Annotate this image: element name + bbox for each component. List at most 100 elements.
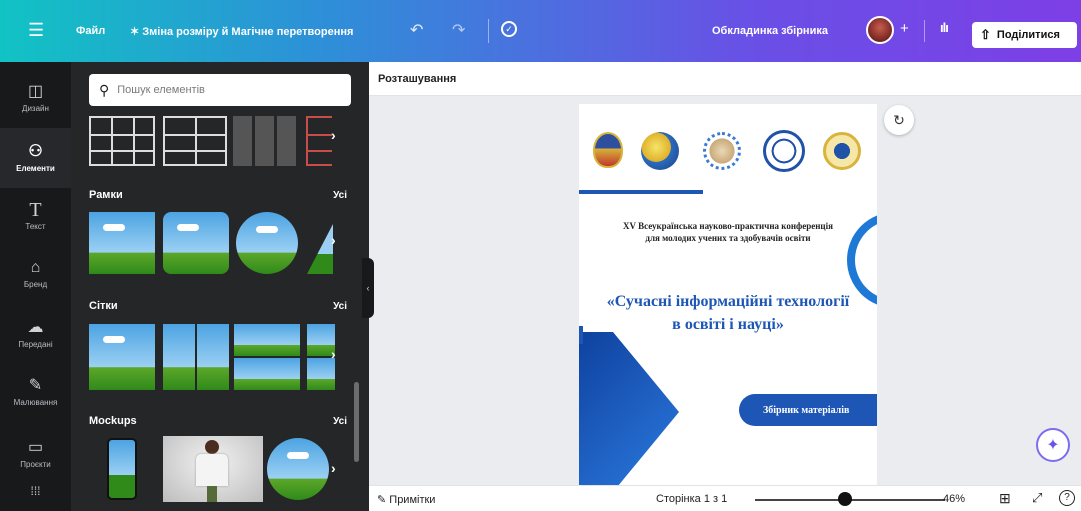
sparkle-icon: ✶ xyxy=(130,26,143,38)
conference-text[interactable]: XV Всеукраїнська науково-практична конфе… xyxy=(621,220,835,244)
chevron-left-icon: ‹ xyxy=(366,283,370,293)
file-menu[interactable]: Файл xyxy=(76,25,105,37)
analytics-icon[interactable]: ılı xyxy=(940,20,949,35)
section-title-frames: Рамки xyxy=(89,189,123,201)
resize-button[interactable]: ✶ Зміна розміру й Магічне перетворення xyxy=(130,25,353,38)
canvas-area: Розташування XV Всеукраїнська науково-пр… xyxy=(369,62,1081,485)
main-title[interactable]: «Сучасні інформаційні технології в освіт… xyxy=(601,290,855,336)
grid-thumbnail[interactable] xyxy=(234,324,300,390)
rail-item-elements[interactable]: ⚇ Елементи xyxy=(0,128,71,188)
regenerate-button[interactable]: ↻ xyxy=(884,105,914,135)
decorative-chevron xyxy=(579,332,679,485)
section-title-grids: Сітки xyxy=(89,300,118,312)
upload-share-icon: ⇧ xyxy=(980,27,991,42)
draw-icon: ✎ xyxy=(28,377,43,394)
context-toolbar: Розташування xyxy=(369,62,1081,96)
rail-item-text[interactable]: T Текст xyxy=(0,186,71,246)
menu-icon[interactable]: ☰ xyxy=(28,20,44,41)
redo-icon[interactable]: ↷ xyxy=(452,20,465,40)
share-label: Поділитися xyxy=(996,29,1060,41)
panel-scrollbar[interactable] xyxy=(354,382,359,462)
resize-label: Зміна розміру й Магічне перетворення xyxy=(142,26,354,38)
see-all-mockups[interactable]: Усі xyxy=(333,416,347,427)
fullscreen-icon[interactable]: ⤢ xyxy=(1032,490,1042,506)
rail-item-label: Малювання xyxy=(13,398,58,407)
layout-icon: ◫ xyxy=(27,83,44,100)
collection-badge[interactable]: Збірник матеріалів xyxy=(739,394,877,426)
rail-item-draw[interactable]: ✎ Малювання xyxy=(0,362,71,422)
position-button[interactable]: Розташування xyxy=(378,73,456,85)
phone-mockup-thumbnail[interactable] xyxy=(107,438,137,500)
search-input[interactable] xyxy=(117,84,318,96)
elements-panel: ⚲ › Рамки Усі › Сітки Усі xyxy=(71,62,369,511)
notes-button[interactable]: ✎ Примітки xyxy=(377,493,435,506)
design-page[interactable]: XV Всеукраїнська науково-практична конфе… xyxy=(579,104,877,485)
rail-item-uploads[interactable]: ☁ Передані xyxy=(0,304,71,364)
see-all-grids[interactable]: Усі xyxy=(333,301,347,312)
zoom-slider-thumb[interactable] xyxy=(838,492,853,506)
folder-icon: ▭ xyxy=(27,439,44,456)
frame-thumbnail[interactable] xyxy=(307,224,333,274)
toolbar-divider xyxy=(924,20,925,42)
toolbar-divider xyxy=(488,19,489,43)
badge-label: Збірник матеріалів xyxy=(763,404,850,416)
tshirt-mockup-thumbnail[interactable] xyxy=(163,436,263,502)
frame-thumbnail[interactable] xyxy=(236,212,298,274)
university-logo-4 xyxy=(763,130,805,172)
rail-item-label: Передані xyxy=(18,340,53,349)
grid-thumbnail[interactable] xyxy=(89,324,155,390)
top-bar: ☰ Файл ✶ Зміна розміру й Магічне перетво… xyxy=(0,0,1081,62)
rail-item-design[interactable]: ◫ Дизайн xyxy=(0,68,71,128)
page-indicator[interactable]: Сторінка 1 з 1 xyxy=(656,493,727,505)
avatar[interactable] xyxy=(866,16,894,44)
see-all-frames[interactable]: Усі xyxy=(333,190,347,201)
canva-editor: ☰ Файл ✶ Зміна розміру й Магічне перетво… xyxy=(0,0,1081,511)
sparkle-icon: ✦ xyxy=(1046,437,1060,454)
frame-thumbnail[interactable] xyxy=(163,212,229,274)
bottom-bar: ✎ Примітки Сторінка 1 з 1 46% ⊞ ⤢ ? xyxy=(369,485,1081,511)
grid-thumbnail[interactable] xyxy=(163,324,229,390)
rail-item-brand[interactable]: ⌂ Бренд xyxy=(0,244,71,304)
notes-label: Примітки xyxy=(389,494,436,506)
help-icon[interactable]: ? xyxy=(1059,490,1075,506)
university-logo-1 xyxy=(593,132,623,168)
chevron-right-icon[interactable]: › xyxy=(331,346,336,362)
search-icon: ⚲ xyxy=(99,81,110,98)
text-icon: T xyxy=(29,199,42,221)
frame-thumbnail[interactable] xyxy=(89,212,155,274)
notes-icon: ✎ xyxy=(377,494,390,506)
decorative-tab xyxy=(579,326,583,344)
collapse-panel-handle[interactable]: ‹ xyxy=(362,258,374,318)
rail-item-label: Бренд xyxy=(23,280,48,289)
chevron-right-icon[interactable]: › xyxy=(331,127,336,143)
upload-icon: ☁ xyxy=(27,319,44,336)
search-box[interactable]: ⚲ xyxy=(89,74,351,106)
brand-icon: ⌂ xyxy=(30,259,41,276)
rail-item-label: Елементи xyxy=(16,164,55,173)
table-thumbnail[interactable] xyxy=(233,116,299,166)
chevron-right-icon[interactable]: › xyxy=(331,460,336,476)
university-logo-2 xyxy=(641,132,679,170)
zoom-level[interactable]: 46% xyxy=(943,493,965,505)
apps-grid-icon: ⁞⁞⁞ xyxy=(30,483,41,498)
document-title[interactable]: Обкладинка збірника xyxy=(712,25,828,37)
chevron-right-icon[interactable]: › xyxy=(331,232,336,248)
side-rail: ◫ Дизайн ⚇ Елементи T Текст ⌂ Бренд ☁ Пе… xyxy=(0,62,71,511)
sticker-mockup-thumbnail[interactable] xyxy=(267,438,329,500)
accent-line xyxy=(579,190,703,194)
cloud-saved-icon[interactable]: ✓ xyxy=(501,21,517,37)
rail-item-label: Дизайн xyxy=(22,104,49,113)
magic-assistant-button[interactable]: ✦ xyxy=(1036,428,1070,462)
rail-item-label: Проєкти xyxy=(20,460,51,469)
university-logo-5 xyxy=(823,132,861,170)
rail-item-apps[interactable]: ⁞⁞⁞ xyxy=(0,474,71,510)
add-collaborator-icon[interactable]: + xyxy=(900,20,909,37)
refresh-icon: ↻ xyxy=(893,111,905,128)
undo-icon[interactable]: ↶ xyxy=(410,20,423,40)
grid-view-icon[interactable]: ⊞ xyxy=(999,490,1011,507)
share-button[interactable]: ⇧ Поділитися xyxy=(972,22,1077,48)
section-title-mockups: Mockups xyxy=(89,415,137,427)
table-thumbnail[interactable] xyxy=(306,116,332,166)
table-thumbnail[interactable] xyxy=(163,116,227,166)
table-thumbnail[interactable] xyxy=(89,116,155,166)
